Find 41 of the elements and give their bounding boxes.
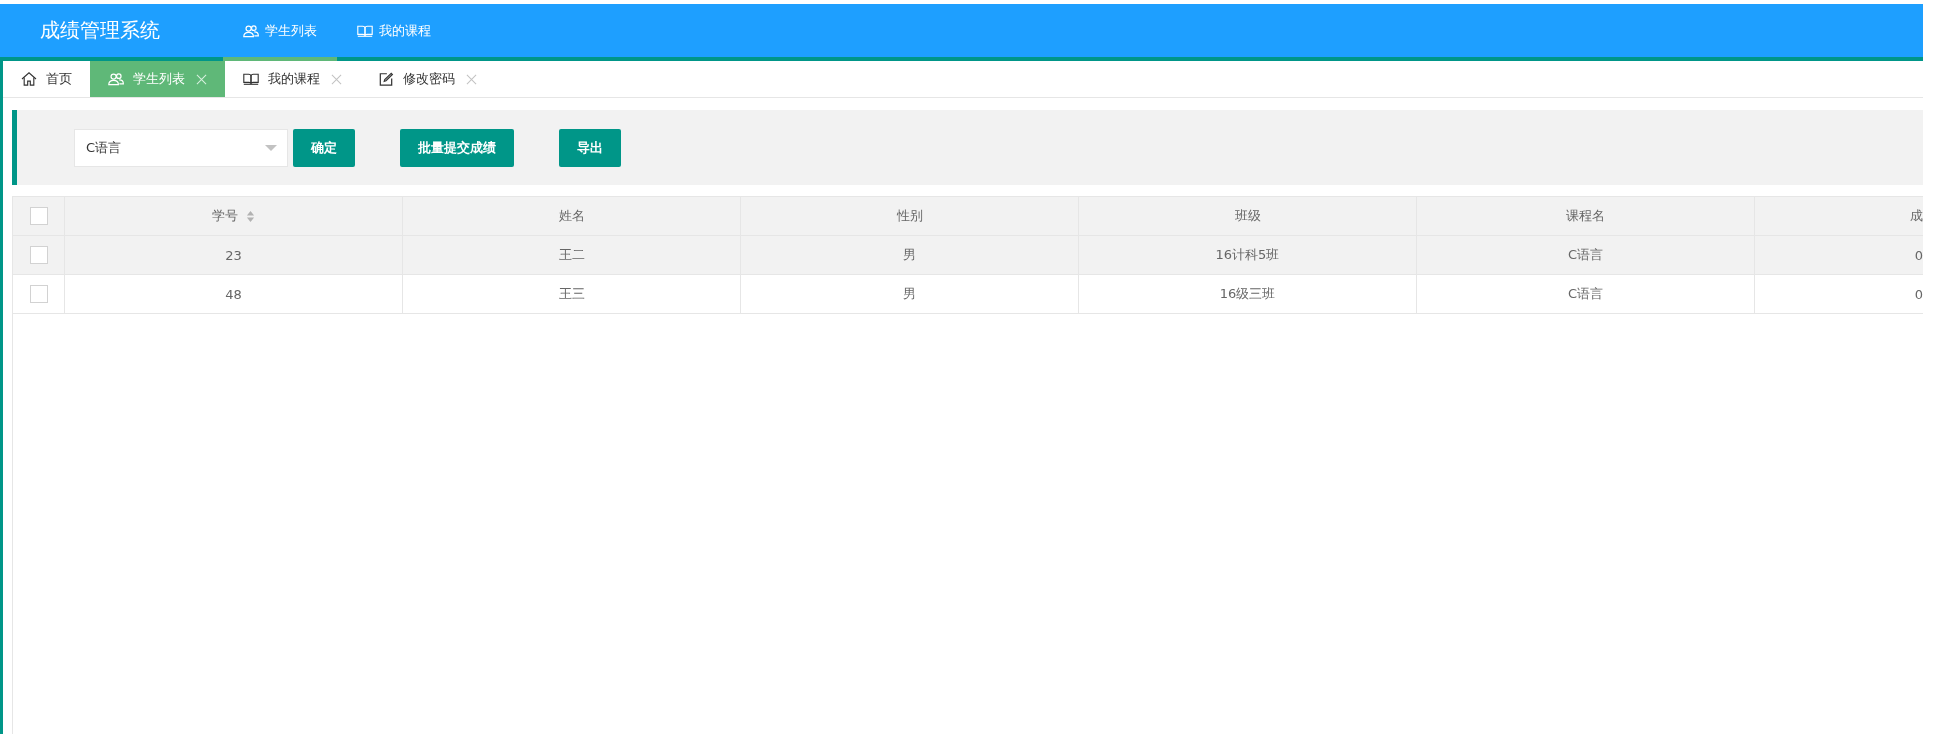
column-header: 课程名 (1566, 207, 1605, 225)
table-cell: 王三 (403, 275, 741, 313)
page-tab[interactable]: 学生列表 (90, 61, 225, 97)
course-select[interactable]: C语言 (74, 128, 288, 167)
column-header: 成 (1910, 207, 1923, 225)
table-cell-text: 0 (1913, 285, 1923, 304)
table-cell: 16计科5班 (1079, 236, 1417, 274)
table-cell: 男 (741, 275, 1079, 313)
column-header: 学号 (212, 207, 238, 225)
table-cell: 16级三班 (1079, 275, 1417, 313)
open-book-icon (243, 72, 259, 86)
caret-icon (265, 144, 277, 151)
page-tab[interactable]: 我的课程 (225, 61, 360, 97)
page-tab[interactable]: 修改密码 (360, 61, 495, 97)
sort-icon[interactable] (246, 210, 255, 222)
app-title: 成绩管理系统 (40, 17, 160, 44)
close-icon[interactable] (331, 73, 342, 85)
home-icon (21, 72, 37, 86)
export-button[interactable]: 导出 (559, 128, 621, 167)
select-all-checkbox[interactable] (29, 207, 48, 225)
table-cell: 男 (741, 236, 1079, 274)
batch-submit-button[interactable]: 批量提交成绩 (400, 128, 514, 167)
confirm-button[interactable]: 确定 (293, 128, 355, 167)
table-cell: C语言 (1417, 236, 1755, 274)
table-cell: 48 (65, 275, 403, 313)
table-cell: 23 (65, 236, 403, 274)
close-icon[interactable] (466, 73, 477, 85)
table-cell: 王二 (403, 236, 741, 274)
column-header: 性别 (896, 207, 923, 225)
edit-icon (378, 72, 394, 86)
nav-link[interactable]: 我的课程 (337, 4, 451, 61)
table-cell-text: 0 (1913, 246, 1923, 265)
users-icon (243, 23, 259, 38)
open-book-icon (357, 23, 373, 38)
table-cell: C语言 (1417, 275, 1755, 313)
row-checkbox[interactable] (29, 285, 48, 303)
page-tab[interactable]: 首页 (3, 61, 90, 97)
row-checkbox[interactable] (29, 246, 48, 264)
column-header: 姓名 (558, 207, 585, 225)
users-icon (108, 72, 124, 86)
column-header: 班级 (1234, 207, 1261, 225)
